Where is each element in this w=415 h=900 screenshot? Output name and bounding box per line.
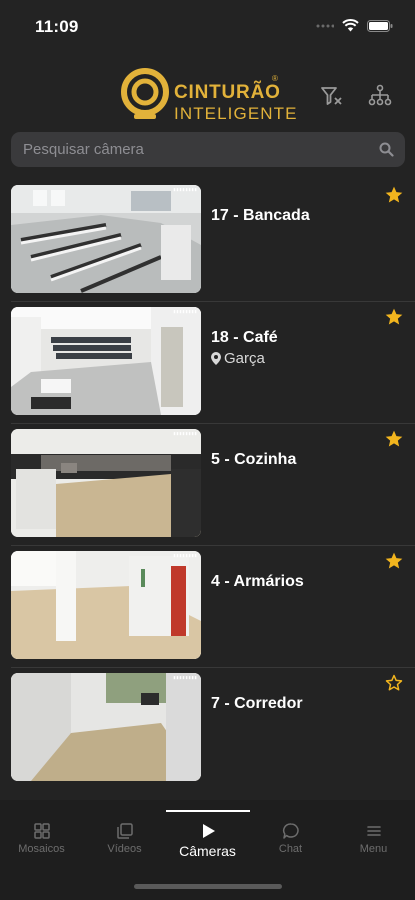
camera-thumbnail[interactable]: ▮▮▮▮▮▮▮▮ — [11, 551, 201, 659]
active-tab-indicator — [166, 810, 250, 812]
tab-label: Chat — [278, 843, 303, 855]
favorite-star-icon[interactable] — [384, 185, 404, 205]
search-icon[interactable] — [379, 142, 394, 157]
grid-icon — [33, 823, 50, 839]
favorite-star-icon[interactable] — [384, 551, 404, 571]
tab-label: Câmeras — [179, 843, 236, 859]
favorite-star-icon[interactable] — [384, 307, 404, 327]
tab-label: Vídeos — [107, 843, 142, 855]
location-pin-icon — [211, 352, 221, 365]
brand-logo: CINTURÃO ® INTELIGENTE — [120, 68, 300, 123]
search-bar — [11, 132, 405, 167]
menu-icon — [366, 826, 381, 836]
camera-timestamp-overlay: ▮▮▮▮▮▮▮▮ — [172, 431, 197, 437]
camera-row[interactable]: ▮▮▮▮▮▮▮▮ 18 - Café Garça — [0, 302, 415, 424]
camera-thumbnail[interactable]: ▮▮▮▮▮▮▮▮ — [11, 307, 201, 415]
battery-icon — [367, 19, 393, 32]
camera-location: Garça — [211, 350, 265, 367]
camera-name: 18 - Café — [211, 329, 278, 346]
filter-clear-icon — [321, 87, 342, 105]
camera-name: 17 - Bancada — [211, 207, 310, 224]
tab-chat[interactable]: Chat — [249, 822, 332, 855]
camera-thumbnail[interactable]: ▮▮▮▮▮▮▮▮ — [11, 429, 201, 537]
chat-icon — [282, 823, 299, 839]
logo-line2: INTELIGENTE — [174, 104, 298, 123]
camera-name: 5 - Cozinha — [211, 451, 297, 468]
status-bar: 11:09 — [0, 0, 415, 52]
tab-label: Mosaicos — [18, 843, 65, 855]
clear-filter-button[interactable] — [318, 82, 346, 110]
camera-timestamp-overlay: ▮▮▮▮▮▮▮▮ — [172, 309, 197, 315]
camera-list: ▮▮▮▮▮▮▮▮ 17 - Bancada ▮▮▮▮▮▮▮▮ 18 - Café… — [0, 180, 415, 790]
hierarchy-button[interactable] — [366, 82, 394, 110]
tab-videos[interactable]: Vídeos — [83, 822, 166, 855]
camera-row[interactable]: ▮▮▮▮▮▮▮▮ 4 - Armários — [0, 546, 415, 668]
logo-mark-icon — [121, 68, 169, 119]
camera-row[interactable]: ▮▮▮▮▮▮▮▮ 5 - Cozinha — [0, 424, 415, 546]
tab-cameras[interactable]: Câmeras — [166, 822, 249, 859]
wifi-icon — [342, 19, 359, 32]
tab-menu[interactable]: Menu — [332, 822, 415, 855]
hierarchy-icon — [368, 84, 392, 106]
search-input[interactable] — [11, 132, 405, 167]
camera-location-label: Garça — [224, 350, 265, 367]
tab-label: Menu — [359, 843, 388, 855]
status-icons — [316, 19, 393, 32]
camera-timestamp-overlay: ▮▮▮▮▮▮▮▮ — [172, 675, 197, 681]
favorite-star-icon[interactable] — [384, 429, 404, 449]
camera-name: 7 - Corredor — [211, 695, 303, 712]
camera-name: 4 - Armários — [211, 573, 304, 590]
play-icon — [202, 824, 215, 838]
camera-thumbnail[interactable]: ▮▮▮▮▮▮▮▮ — [11, 185, 201, 293]
camera-row[interactable]: ▮▮▮▮▮▮▮▮ 17 - Bancada — [0, 180, 415, 302]
camera-timestamp-overlay: ▮▮▮▮▮▮▮▮ — [172, 553, 197, 559]
camera-thumbnail[interactable]: ▮▮▮▮▮▮▮▮ — [11, 673, 201, 781]
videos-icon — [116, 823, 133, 839]
status-time: 11:09 — [35, 17, 79, 36]
registered-mark: ® — [272, 74, 278, 83]
home-indicator — [134, 884, 282, 889]
camera-row[interactable]: ▮▮▮▮▮▮▮▮ 7 - Corredor — [0, 668, 415, 790]
cellular-signal-icon — [316, 24, 334, 27]
favorite-star-outline-icon[interactable] — [384, 673, 404, 693]
logo-line1: CINTURÃO — [174, 82, 281, 103]
app-header: CINTURÃO ® INTELIGENTE — [0, 62, 415, 124]
tab-mosaicos[interactable]: Mosaicos — [0, 822, 83, 855]
camera-timestamp-overlay: ▮▮▮▮▮▮▮▮ — [172, 187, 197, 193]
